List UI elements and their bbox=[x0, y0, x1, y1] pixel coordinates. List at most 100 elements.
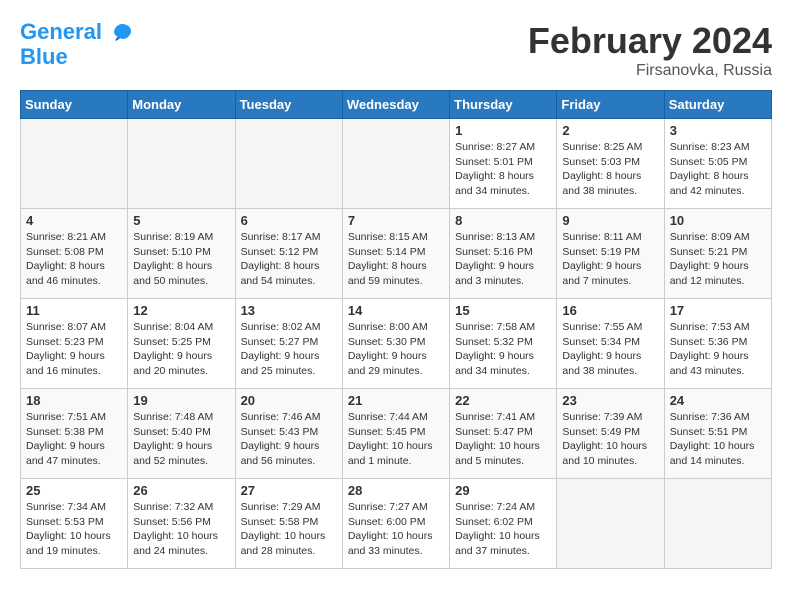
day-number: 15 bbox=[455, 303, 551, 318]
day-info: Sunrise: 7:51 AM Sunset: 5:38 PM Dayligh… bbox=[26, 410, 122, 469]
calendar-cell bbox=[557, 479, 664, 569]
weekday-header-thursday: Thursday bbox=[450, 91, 557, 119]
weekday-header-row: SundayMondayTuesdayWednesdayThursdayFrid… bbox=[21, 91, 772, 119]
day-number: 23 bbox=[562, 393, 658, 408]
day-number: 12 bbox=[133, 303, 229, 318]
month-title: February 2024 bbox=[528, 20, 772, 62]
day-info: Sunrise: 8:13 AM Sunset: 5:16 PM Dayligh… bbox=[455, 230, 551, 289]
day-number: 19 bbox=[133, 393, 229, 408]
calendar-cell: 22 Sunrise: 7:41 AM Sunset: 5:47 PM Dayli… bbox=[450, 389, 557, 479]
day-info: Sunrise: 8:07 AM Sunset: 5:23 PM Dayligh… bbox=[26, 320, 122, 379]
calendar-cell: 20 Sunrise: 7:46 AM Sunset: 5:43 PM Dayli… bbox=[235, 389, 342, 479]
day-info: Sunrise: 8:19 AM Sunset: 5:10 PM Dayligh… bbox=[133, 230, 229, 289]
day-info: Sunrise: 8:27 AM Sunset: 5:01 PM Dayligh… bbox=[455, 140, 551, 199]
calendar-cell: 19 Sunrise: 7:48 AM Sunset: 5:40 PM Dayli… bbox=[128, 389, 235, 479]
day-info: Sunrise: 7:41 AM Sunset: 5:47 PM Dayligh… bbox=[455, 410, 551, 469]
day-number: 18 bbox=[26, 393, 122, 408]
day-number: 3 bbox=[670, 123, 766, 138]
calendar-cell: 10 Sunrise: 8:09 AM Sunset: 5:21 PM Dayli… bbox=[664, 209, 771, 299]
location: Firsanovka, Russia bbox=[528, 62, 772, 80]
weekday-header-saturday: Saturday bbox=[664, 91, 771, 119]
day-number: 29 bbox=[455, 483, 551, 498]
day-number: 11 bbox=[26, 303, 122, 318]
day-info: Sunrise: 8:09 AM Sunset: 5:21 PM Dayligh… bbox=[670, 230, 766, 289]
calendar-cell: 18 Sunrise: 7:51 AM Sunset: 5:38 PM Dayli… bbox=[21, 389, 128, 479]
calendar-cell bbox=[128, 119, 235, 209]
day-info: Sunrise: 7:48 AM Sunset: 5:40 PM Dayligh… bbox=[133, 410, 229, 469]
weekday-header-wednesday: Wednesday bbox=[342, 91, 449, 119]
calendar-cell: 11 Sunrise: 8:07 AM Sunset: 5:23 PM Dayli… bbox=[21, 299, 128, 389]
calendar-cell: 2Sunrise: 8:25 AM Sunset: 5:03 PM Daylig… bbox=[557, 119, 664, 209]
day-number: 6 bbox=[241, 213, 337, 228]
day-info: Sunrise: 7:24 AM Sunset: 6:02 PM Dayligh… bbox=[455, 500, 551, 559]
day-number: 9 bbox=[562, 213, 658, 228]
day-info: Sunrise: 7:27 AM Sunset: 6:00 PM Dayligh… bbox=[348, 500, 444, 559]
day-number: 22 bbox=[455, 393, 551, 408]
calendar-cell: 4 Sunrise: 8:21 AM Sunset: 5:08 PM Daylig… bbox=[21, 209, 128, 299]
day-info: Sunrise: 7:46 AM Sunset: 5:43 PM Dayligh… bbox=[241, 410, 337, 469]
calendar-cell: 1 Sunrise: 8:27 AM Sunset: 5:01 PM Daylig… bbox=[450, 119, 557, 209]
calendar-cell: 29 Sunrise: 7:24 AM Sunset: 6:02 PM Dayli… bbox=[450, 479, 557, 569]
day-number: 28 bbox=[348, 483, 444, 498]
day-info: Sunrise: 7:36 AM Sunset: 5:51 PM Dayligh… bbox=[670, 410, 766, 469]
calendar-cell: 21 Sunrise: 7:44 AM Sunset: 5:45 PM Dayli… bbox=[342, 389, 449, 479]
day-number: 24 bbox=[670, 393, 766, 408]
day-info: Sunrise: 8:17 AM Sunset: 5:12 PM Dayligh… bbox=[241, 230, 337, 289]
calendar-cell: 17Sunrise: 7:53 AM Sunset: 5:36 PM Dayli… bbox=[664, 299, 771, 389]
calendar-cell: 9Sunrise: 8:11 AM Sunset: 5:19 PM Daylig… bbox=[557, 209, 664, 299]
calendar-cell: 3 Sunrise: 8:23 AM Sunset: 5:05 PM Daylig… bbox=[664, 119, 771, 209]
day-info: Sunrise: 8:23 AM Sunset: 5:05 PM Dayligh… bbox=[670, 140, 766, 199]
logo: General Blue bbox=[20, 20, 134, 69]
day-number: 17 bbox=[670, 303, 766, 318]
calendar-week-row: 18 Sunrise: 7:51 AM Sunset: 5:38 PM Dayli… bbox=[21, 389, 772, 479]
calendar-cell: 27 Sunrise: 7:29 AM Sunset: 5:58 PM Dayli… bbox=[235, 479, 342, 569]
logo-line1: General bbox=[20, 19, 102, 44]
calendar-cell: 12 Sunrise: 8:04 AM Sunset: 5:25 PM Dayli… bbox=[128, 299, 235, 389]
calendar-cell: 16 Sunrise: 7:55 AM Sunset: 5:34 PM Dayli… bbox=[557, 299, 664, 389]
day-info: Sunrise: 7:44 AM Sunset: 5:45 PM Dayligh… bbox=[348, 410, 444, 469]
day-number: 14 bbox=[348, 303, 444, 318]
day-number: 26 bbox=[133, 483, 229, 498]
weekday-header-friday: Friday bbox=[557, 91, 664, 119]
calendar-table: SundayMondayTuesdayWednesdayThursdayFrid… bbox=[20, 90, 772, 569]
calendar-cell: 28 Sunrise: 7:27 AM Sunset: 6:00 PM Dayli… bbox=[342, 479, 449, 569]
logo-text: General bbox=[20, 20, 134, 45]
weekday-header-tuesday: Tuesday bbox=[235, 91, 342, 119]
title-block: February 2024 Firsanovka, Russia bbox=[528, 20, 772, 80]
day-number: 16 bbox=[562, 303, 658, 318]
day-info: Sunrise: 8:04 AM Sunset: 5:25 PM Dayligh… bbox=[133, 320, 229, 379]
day-info: Sunrise: 7:55 AM Sunset: 5:34 PM Dayligh… bbox=[562, 320, 658, 379]
page-header: General Blue February 2024 Firsanovka, R… bbox=[20, 20, 772, 80]
calendar-cell: 23Sunrise: 7:39 AM Sunset: 5:49 PM Dayli… bbox=[557, 389, 664, 479]
weekday-header-sunday: Sunday bbox=[21, 91, 128, 119]
day-number: 21 bbox=[348, 393, 444, 408]
calendar-cell: 5Sunrise: 8:19 AM Sunset: 5:10 PM Daylig… bbox=[128, 209, 235, 299]
day-number: 4 bbox=[26, 213, 122, 228]
day-number: 13 bbox=[241, 303, 337, 318]
logo-bird-icon bbox=[110, 21, 134, 45]
calendar-cell: 15 Sunrise: 7:58 AM Sunset: 5:32 PM Dayli… bbox=[450, 299, 557, 389]
calendar-cell: 14 Sunrise: 8:00 AM Sunset: 5:30 PM Dayli… bbox=[342, 299, 449, 389]
day-number: 20 bbox=[241, 393, 337, 408]
day-info: Sunrise: 7:29 AM Sunset: 5:58 PM Dayligh… bbox=[241, 500, 337, 559]
calendar-cell bbox=[235, 119, 342, 209]
calendar-week-row: 1 Sunrise: 8:27 AM Sunset: 5:01 PM Daylig… bbox=[21, 119, 772, 209]
day-number: 27 bbox=[241, 483, 337, 498]
calendar-cell bbox=[342, 119, 449, 209]
calendar-cell: 26Sunrise: 7:32 AM Sunset: 5:56 PM Dayli… bbox=[128, 479, 235, 569]
calendar-week-row: 11 Sunrise: 8:07 AM Sunset: 5:23 PM Dayli… bbox=[21, 299, 772, 389]
calendar-cell: 24 Sunrise: 7:36 AM Sunset: 5:51 PM Dayli… bbox=[664, 389, 771, 479]
day-number: 10 bbox=[670, 213, 766, 228]
day-info: Sunrise: 8:15 AM Sunset: 5:14 PM Dayligh… bbox=[348, 230, 444, 289]
day-number: 1 bbox=[455, 123, 551, 138]
calendar-cell bbox=[21, 119, 128, 209]
day-number: 7 bbox=[348, 213, 444, 228]
calendar-week-row: 25Sunrise: 7:34 AM Sunset: 5:53 PM Dayli… bbox=[21, 479, 772, 569]
calendar-cell: 6 Sunrise: 8:17 AM Sunset: 5:12 PM Daylig… bbox=[235, 209, 342, 299]
day-info: Sunrise: 8:21 AM Sunset: 5:08 PM Dayligh… bbox=[26, 230, 122, 289]
day-number: 8 bbox=[455, 213, 551, 228]
calendar-cell: 13Sunrise: 8:02 AM Sunset: 5:27 PM Dayli… bbox=[235, 299, 342, 389]
day-info: Sunrise: 7:58 AM Sunset: 5:32 PM Dayligh… bbox=[455, 320, 551, 379]
weekday-header-monday: Monday bbox=[128, 91, 235, 119]
day-info: Sunrise: 8:00 AM Sunset: 5:30 PM Dayligh… bbox=[348, 320, 444, 379]
